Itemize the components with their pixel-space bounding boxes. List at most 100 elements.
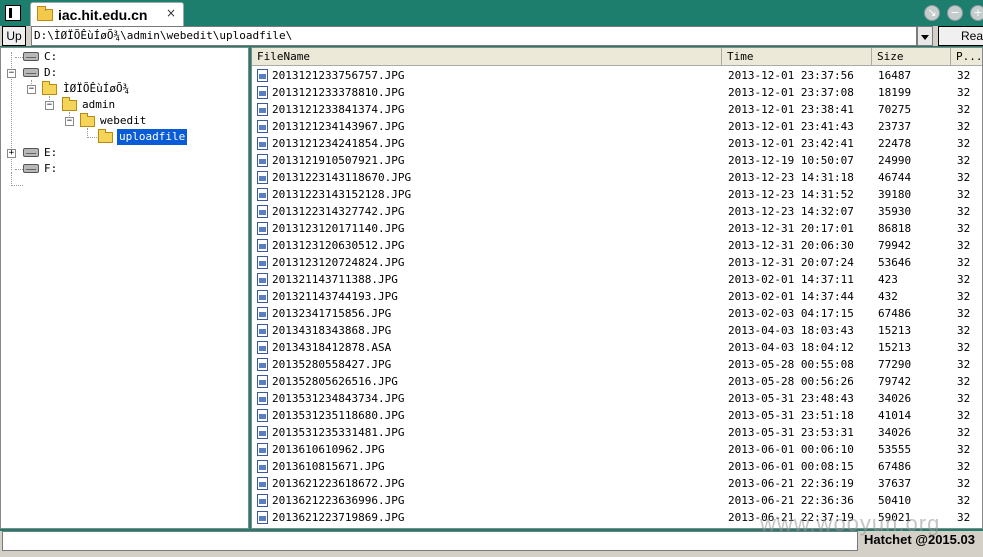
tree-node-uploadfile[interactable]: uploadfile: [1, 129, 241, 145]
path-dropdown-button[interactable]: [917, 26, 933, 46]
table-row[interactable]: 20134318412878.ASA 2013-04-03 18:04:12 152…: [252, 339, 982, 356]
expand-icon[interactable]: +: [7, 149, 16, 158]
read-button[interactable]: Read: [938, 26, 983, 46]
minimize-icon[interactable]: −: [947, 5, 963, 21]
file-size: 34026: [878, 392, 912, 405]
file-size: 24990: [878, 154, 912, 167]
collapse-icon[interactable]: −: [7, 69, 16, 78]
file-time: 2013-02-03 04:17:15: [728, 307, 854, 320]
directory-tree[interactable]: C: − D: − ÌØÏÕÊùÍøÕ¾ − admin − webedit u…: [0, 47, 249, 529]
file-perm: 32: [957, 426, 971, 439]
tab-title: iac.hit.edu.cn: [58, 7, 148, 23]
tree-node-e[interactable]: + E:: [1, 145, 241, 161]
file-time: 2013-12-01 23:41:43: [728, 120, 854, 133]
tree-node-label-selected: uploadfile: [117, 129, 188, 145]
table-row[interactable]: 2013123120724824.JPG 2013-12-31 20:07:24 5…: [252, 254, 982, 271]
table-row[interactable]: 2013531235118680.JPG 2013-05-31 23:51:18 4…: [252, 407, 982, 424]
file-name: 2013621223636996.JPG: [272, 494, 405, 507]
file-perm: 32: [957, 120, 971, 133]
table-row[interactable]: 2013621223636996.JPG 2013-06-21 22:36:36 5…: [252, 492, 982, 509]
tree-node-site[interactable]: − ÌØÏÕÊùÍøÕ¾: [1, 81, 241, 97]
table-row[interactable]: 2013621223618672.JPG 2013-06-21 22:36:19 3…: [252, 475, 982, 492]
table-row[interactable]: 20135280562651​6.JPG 2013-05-28 00:56:26 7…: [252, 373, 982, 390]
table-row[interactable]: 2013121233841374.JPG 2013-12-01 23:38:41 7…: [252, 101, 982, 118]
table-row[interactable]: 2013121234143967.JPG 2013-12-01 23:41:43 2…: [252, 118, 982, 135]
table-row[interactable]: 20131223143152128.JPG 2013-12-23 14:31:52…: [252, 186, 982, 203]
image-file-icon: [257, 358, 268, 371]
column-header-size[interactable]: Size: [872, 48, 951, 66]
file-size: 15213: [878, 324, 912, 337]
table-row[interactable]: 201321143711388.JPG 2013-02-01 14:37:11 42…: [252, 271, 982, 288]
collapse-icon[interactable]: −: [65, 117, 74, 126]
path-input[interactable]: D:\ÌØÏÕÊùÍøÕ¾\admin\webedit\uploadfile\: [31, 26, 917, 46]
file-perm: 32: [957, 511, 971, 524]
file-perm: 32: [957, 239, 971, 252]
file-list[interactable]: FileName Time Size P... 2013121233756757…: [251, 47, 983, 529]
file-name: 201361081567​1.JPG: [272, 460, 385, 473]
image-file-icon: [257, 222, 268, 235]
table-row[interactable]: 2013122314327742.JPG 2013-12-23 14:32:07 3…: [252, 203, 982, 220]
table-row[interactable]: 2013123120630512.JPG 2013-12-31 20:06:30 7…: [252, 237, 982, 254]
table-row[interactable]: 20136106109​62.JPG 2013-06-01 00:06:10 535…: [252, 441, 982, 458]
table-row[interactable]: 201361081567​1.JPG 2013-06-01 00:08:15 674…: [252, 458, 982, 475]
file-perm: 32: [957, 188, 971, 201]
tree-node-webedit[interactable]: − webedit: [1, 113, 241, 129]
table-row[interactable]: 2013121233756757.JPG 2013-12-01 23:37:56 1…: [252, 67, 982, 84]
file-size: 37637: [878, 477, 912, 490]
restore-icon[interactable]: ↘: [924, 5, 940, 21]
table-row[interactable]: 201353123484373​4.JPG 2013-05-31 23:48:43…: [252, 390, 982, 407]
tree-node-label: webedit: [100, 114, 147, 127]
file-time: 2013-02-01 14:37:11: [728, 273, 854, 286]
file-time: 2013-12-23 14:32:07: [728, 205, 854, 218]
file-name: 2013122314327742.JPG: [272, 205, 405, 218]
file-perm: 32: [957, 154, 971, 167]
file-name: 2013123120171140.JPG: [272, 222, 405, 235]
file-time: 2013-04-03 18:04:12: [728, 341, 854, 354]
file-size: 79742: [878, 375, 912, 388]
table-row[interactable]: 2013121234241854.JPG 2013-12-01 23:42:41 2…: [252, 135, 982, 152]
up-button[interactable]: Up: [2, 26, 26, 46]
file-perm: 32: [957, 358, 971, 371]
table-row[interactable]: 20132341715856.JPG 2013-02-03 04:17:15 674…: [252, 305, 982, 322]
file-perm: 32: [957, 375, 971, 388]
file-name: 20132341715856.JPG: [272, 307, 392, 320]
image-file-icon: [257, 188, 268, 201]
tree-node-c[interactable]: C:: [1, 49, 241, 65]
file-perm: 32: [957, 494, 971, 507]
tree-node-admin[interactable]: − admin: [1, 97, 241, 113]
collapse-icon[interactable]: −: [45, 101, 54, 110]
file-size: 86818: [878, 222, 912, 235]
table-row[interactable]: 2013123120171140.JPG 2013-12-31 20:17:01 8…: [252, 220, 982, 237]
file-time: 2013-12-01 23:37:56: [728, 69, 854, 82]
file-time: 2013-12-01 23:37:08: [728, 86, 854, 99]
table-row[interactable]: 2013531235331481.JPG 2013-05-31 23:53:31 3…: [252, 424, 982, 441]
tab-close-icon[interactable]: ×: [166, 6, 176, 20]
maximize-icon[interactable]: +: [970, 5, 983, 21]
file-size: 67486: [878, 307, 912, 320]
column-header-perm[interactable]: P...: [951, 48, 982, 66]
file-size: 53555: [878, 443, 912, 456]
file-name: 20136106109​62.JPG: [272, 443, 385, 456]
browser-tab[interactable]: iac.hit.edu.cn ×: [30, 2, 184, 26]
table-row[interactable]: 2013121910507921.JPG 2013-12-19 10:50:07 2…: [252, 152, 982, 169]
file-time: 2013-05-31 23:48:43: [728, 392, 854, 405]
status-field[interactable]: [2, 531, 858, 551]
window-menu-icon[interactable]: [5, 5, 21, 21]
file-size: 77290: [878, 358, 912, 371]
table-row[interactable]: 201321143744193.JPG 2013-02-01 14:37:44 43…: [252, 288, 982, 305]
collapse-icon[interactable]: −: [27, 85, 36, 94]
tree-node-d[interactable]: − D:: [1, 65, 241, 81]
file-time: 2013-06-21 22:36:36: [728, 494, 854, 507]
column-header-time[interactable]: Time: [722, 48, 872, 66]
file-name: 2013123120724824.JPG: [272, 256, 405, 269]
table-row[interactable]: 20135280558427.JPG 2013-05-28 00:55:08 772…: [252, 356, 982, 373]
image-file-icon: [257, 137, 268, 150]
file-perm: 32: [957, 341, 971, 354]
tree-node-f[interactable]: F:: [1, 161, 241, 177]
column-header-filename[interactable]: FileName: [252, 48, 722, 66]
table-row[interactable]: 20131223143118670.JPG 2013-12-23 14:31:18…: [252, 169, 982, 186]
file-name: 2013121234241854.JPG: [272, 137, 405, 150]
file-perm: 32: [957, 103, 971, 116]
table-row[interactable]: 2013121233378810.JPG 2013-12-01 23:37:08 1…: [252, 84, 982, 101]
table-row[interactable]: 20134318343868.JPG 2013-04-03 18:03:43 152…: [252, 322, 982, 339]
